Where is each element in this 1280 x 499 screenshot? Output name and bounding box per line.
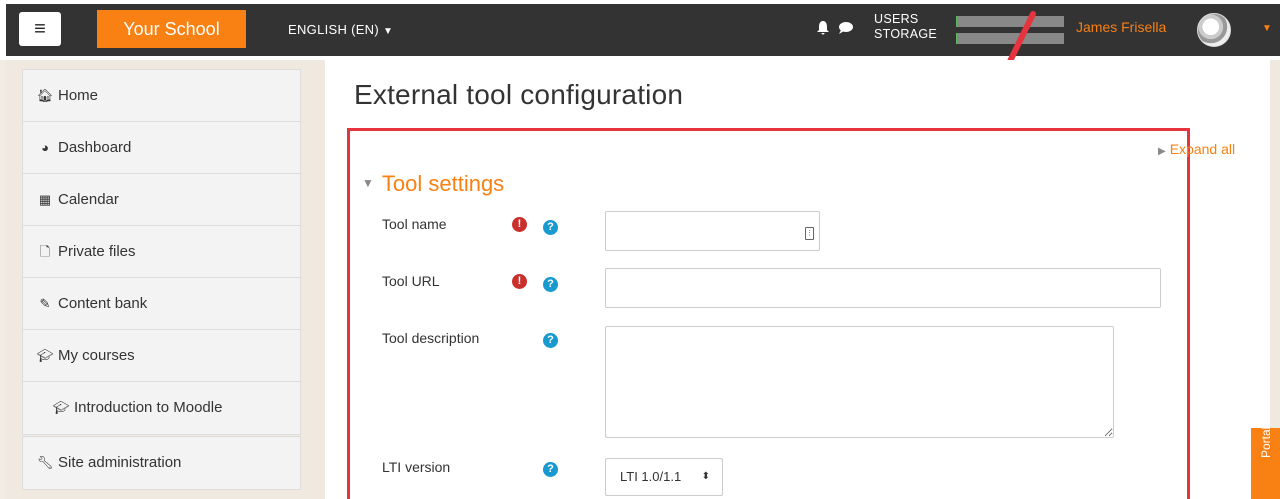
sidebar-item-introduction-to-moodle[interactable]: 🎓︎ Introduction to Moodle: [23, 382, 300, 434]
nav-drawer: 🏠︎ Home ◕ Dashboard ▦ Calendar 🗋︎ Private fi…: [6, 60, 325, 499]
calendar-icon: ▦: [38, 192, 52, 207]
help-icon[interactable]: ?: [543, 277, 558, 292]
sidebar-item-private-files[interactable]: 🗋︎ Private files: [23, 226, 300, 278]
sidebar-item-label: Content bank: [58, 295, 148, 312]
tool-url-input[interactable]: [605, 268, 1161, 308]
chat-icon[interactable]: [838, 21, 854, 35]
sidebar-item-my-courses[interactable]: 🎓︎ My courses: [23, 330, 300, 382]
quota-labels: USERS STORAGE: [874, 12, 937, 42]
main-content: External tool configuration ▶ Expand all …: [325, 60, 1270, 499]
help-icon[interactable]: ?: [543, 333, 558, 348]
sidebar-item-label: Private files: [58, 243, 136, 260]
wrench-icon: 🔧︎: [36, 455, 54, 470]
sidebar-item-label: My courses: [58, 347, 135, 364]
tool-name-input[interactable]: [605, 211, 820, 251]
brush-icon: ✎: [39, 296, 51, 311]
section-tool-settings[interactable]: ▼ Tool settings: [362, 171, 504, 197]
expand-all-label: Expand all: [1169, 141, 1236, 157]
sidebar-item-label: Calendar: [58, 191, 119, 208]
navbar-inner: ≡ Your School ENGLISH (EN) ▼ USERS STORAG…: [6, 4, 1280, 56]
sidebar-item-calendar[interactable]: ▦ Calendar: [23, 174, 300, 226]
brand-logo[interactable]: Your School: [97, 10, 246, 48]
dashboard-icon: ◕: [41, 140, 49, 155]
admin-menu: 🔧︎ Site administration: [22, 436, 301, 490]
bell-icon[interactable]: [816, 20, 830, 36]
password-manager-icon[interactable]: ⋮: [805, 227, 814, 240]
file-icon: 🗋︎: [39, 244, 51, 259]
hamburger-icon[interactable]: ≡: [19, 12, 61, 46]
sidebar-item-content-bank[interactable]: ✎ Content bank: [23, 278, 300, 330]
sidebar-item-label: Dashboard: [58, 139, 132, 156]
tool-description-textarea[interactable]: [605, 326, 1114, 438]
users-quota-label: USERS: [874, 12, 919, 26]
lti-version-label: LTI version: [382, 459, 451, 475]
help-icon[interactable]: ?: [543, 462, 558, 477]
graduation-cap-icon: 🎓︎: [52, 400, 70, 415]
tool-description-label: Tool description: [382, 330, 480, 346]
required-icon: !: [512, 217, 527, 232]
help-icon[interactable]: ?: [543, 220, 558, 235]
top-navbar: ≡ Your School ENGLISH (EN) ▼ USERS STORAG…: [0, 0, 1280, 60]
sidebar-item-site-administration[interactable]: 🔧︎ Site administration: [23, 437, 300, 489]
language-label: ENGLISH (EN): [288, 22, 380, 37]
tool-name-label: Tool name: [382, 216, 447, 232]
users-quota-fill: [956, 16, 958, 27]
language-menu[interactable]: ENGLISH (EN) ▼: [288, 22, 393, 37]
storage-quota-label: STORAGE: [874, 27, 937, 41]
caret-down-icon: ▼: [383, 26, 394, 37]
avatar[interactable]: [1197, 13, 1231, 47]
required-icon: !: [512, 274, 527, 289]
sidebar-item-label: Home: [58, 87, 99, 104]
page-title: External tool configuration: [354, 79, 684, 110]
user-caret-down-icon[interactable]: ▼: [1262, 23, 1272, 34]
lti-version-select[interactable]: LTI 1.0/1.1 ⬍: [605, 458, 723, 496]
sidebar-item-home[interactable]: 🏠︎ Home: [23, 70, 300, 122]
storage-quota-fill: [956, 33, 958, 44]
sidebar-item-dashboard[interactable]: ◕ Dashboard: [23, 122, 300, 174]
tool-url-label: Tool URL: [382, 273, 440, 289]
graduation-cap-icon: 🎓︎: [36, 348, 54, 363]
sidebar-item-label: Site administration: [58, 454, 182, 471]
lti-version-value: LTI 1.0/1.1: [620, 469, 682, 484]
portal-tab[interactable]: Portal: [1251, 426, 1280, 499]
caret-right-icon: ▶: [1158, 146, 1166, 157]
home-icon: 🏠︎: [36, 88, 54, 103]
select-arrows-icon: ⬍: [701, 471, 710, 482]
nav-menu: 🏠︎ Home ◕ Dashboard ▦ Calendar 🗋︎ Private fi…: [22, 69, 301, 435]
section-title: Tool settings: [381, 171, 505, 196]
portal-tab-label: Portal: [1259, 426, 1273, 458]
expand-all-link[interactable]: ▶ Expand all: [1158, 141, 1235, 157]
caret-down-icon: ▼: [362, 176, 374, 190]
sidebar-item-label: Introduction to Moodle: [74, 399, 223, 416]
user-name[interactable]: James Frisella: [1076, 19, 1166, 35]
